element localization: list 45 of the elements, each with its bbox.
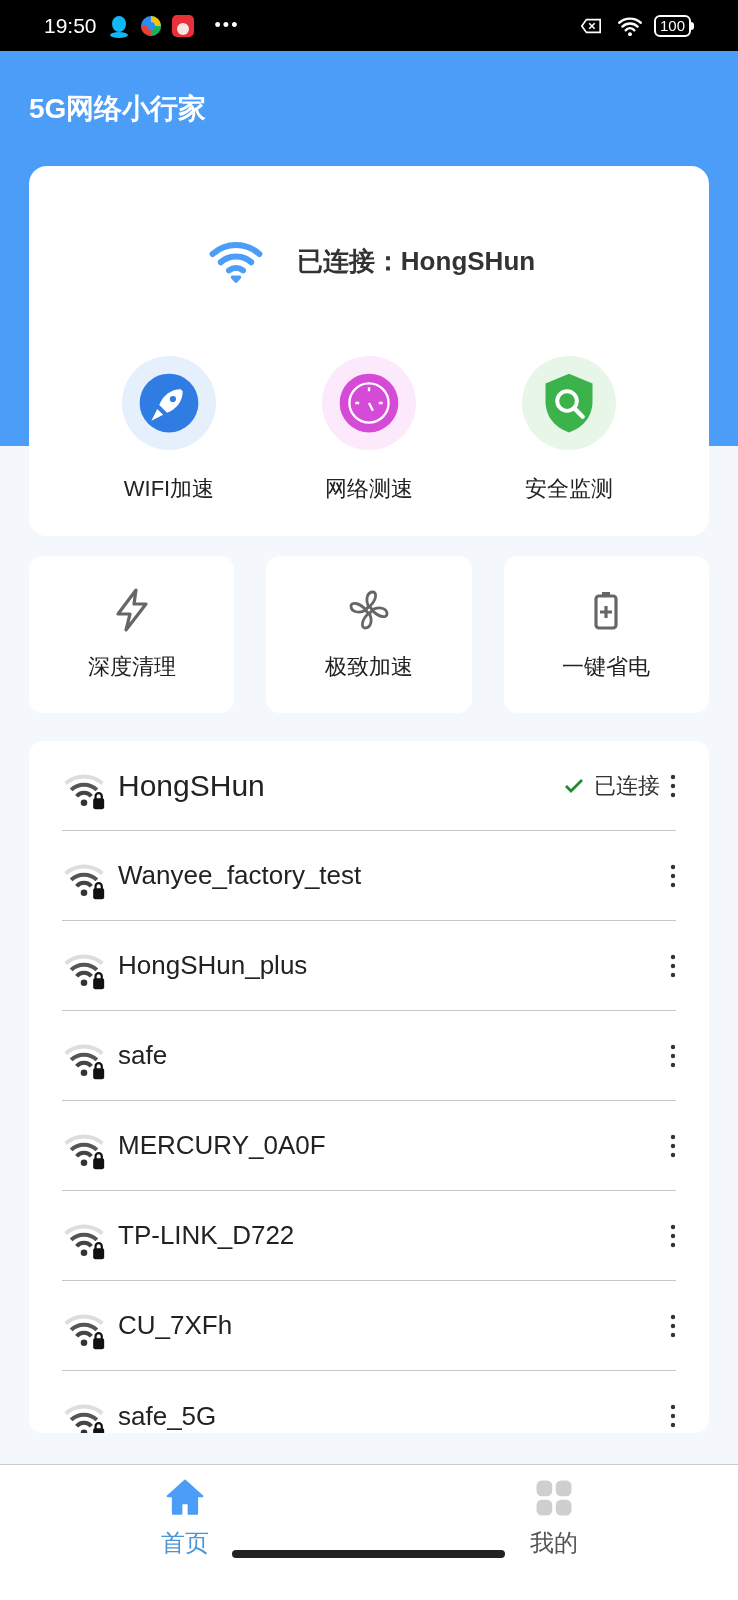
network-row[interactable]: Wanyee_factory_test bbox=[62, 831, 676, 921]
action-label[interactable]: 安全监测 bbox=[525, 472, 613, 505]
app-icon bbox=[170, 13, 195, 38]
rocket-icon[interactable] bbox=[122, 356, 216, 450]
network-row[interactable]: safe bbox=[62, 1011, 676, 1101]
network-row[interactable]: MERCURY_0A0F bbox=[62, 1101, 676, 1191]
nav-tab[interactable]: 我的 bbox=[369, 1477, 738, 1567]
more-options-icon[interactable] bbox=[670, 863, 676, 888]
shield-icon[interactable] bbox=[522, 356, 616, 450]
action-label[interactable]: 网络测速 bbox=[325, 472, 413, 505]
network-row[interactable]: CU_7XFh bbox=[62, 1281, 676, 1371]
connection-status: 已连接 bbox=[594, 772, 660, 800]
app-icon bbox=[138, 13, 163, 38]
more-options-icon[interactable] bbox=[670, 1043, 676, 1068]
network-name: CU_7XFh bbox=[118, 1309, 234, 1342]
more-indicator: ••• bbox=[214, 14, 240, 37]
tool-card[interactable]: 一键省电 bbox=[503, 556, 709, 713]
more-options-icon[interactable] bbox=[670, 1223, 676, 1248]
network-name: safe bbox=[118, 1039, 169, 1072]
tool-card[interactable]: 极致加速 bbox=[266, 556, 472, 713]
network-name: HongSHun bbox=[118, 768, 266, 804]
more-options-icon[interactable] bbox=[670, 773, 676, 798]
more-options-icon[interactable] bbox=[670, 1404, 676, 1428]
network-name: safe_5G bbox=[118, 1399, 218, 1433]
connection-status: 已连接：HongSHun bbox=[296, 244, 536, 278]
network-name: HongSHun_plus bbox=[118, 949, 309, 982]
gauge-icon[interactable] bbox=[322, 356, 416, 450]
network-row[interactable]: TP-LINK_D722 bbox=[62, 1191, 676, 1281]
more-options-icon[interactable] bbox=[670, 1133, 676, 1158]
tool-label: 一键省电 bbox=[562, 653, 651, 681]
network-row[interactable]: HongSHun 已连接 bbox=[62, 741, 676, 831]
tool-label: 深度清理 bbox=[87, 653, 176, 681]
tool-label: 极致加速 bbox=[325, 653, 413, 681]
more-options-icon[interactable] bbox=[670, 1313, 676, 1338]
network-name: Wanyee_factory_test bbox=[118, 859, 363, 892]
battery-indicator: 100 bbox=[653, 14, 691, 37]
tool-card[interactable]: 深度清理 bbox=[29, 556, 235, 713]
more-options-icon[interactable] bbox=[670, 953, 676, 978]
status-time: 19:50 bbox=[44, 12, 97, 39]
network-row[interactable]: HongSHun_plus bbox=[62, 921, 676, 1011]
app-title: 5G网络小行家 bbox=[29, 91, 208, 126]
action-label[interactable]: WIFI加速 bbox=[123, 472, 215, 505]
network-name: TP-LINK_D722 bbox=[118, 1219, 296, 1252]
network-name: MERCURY_0A0F bbox=[118, 1129, 327, 1162]
network-row[interactable]: safe_5G bbox=[62, 1371, 676, 1433]
